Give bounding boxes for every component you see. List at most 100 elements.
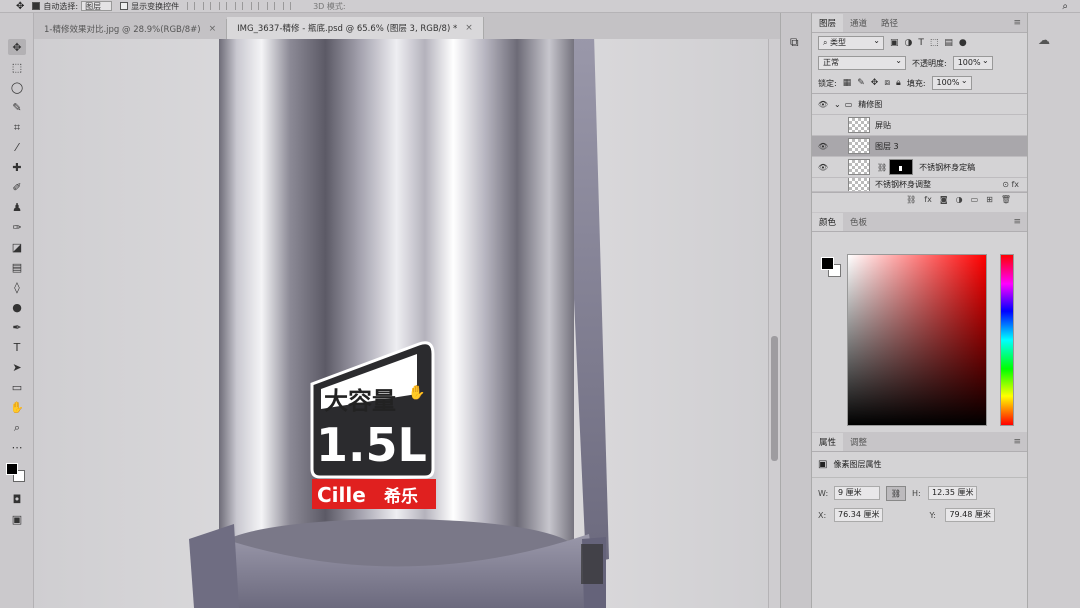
product-image: 大容量 1.5L Cille 希乐 ✋ — [34, 39, 768, 608]
layer-row-group[interactable]: 👁︎ ⌄ ▭ 精修图 — [812, 94, 1027, 115]
layer-row[interactable]: 屏贴 — [812, 115, 1027, 136]
screen-mode-icon[interactable]: ▣ — [8, 511, 26, 527]
tab-paths[interactable]: 路径 — [874, 14, 905, 32]
panel-menu-icon[interactable]: ≡ — [1013, 217, 1021, 227]
blur-tool-icon[interactable]: ◊ — [8, 279, 26, 295]
dodge-tool-icon[interactable]: ● — [8, 299, 26, 315]
eye-icon[interactable]: 👁︎ — [812, 163, 834, 172]
marquee-tool-icon[interactable]: ⬚ — [8, 59, 26, 75]
layer-row[interactable]: 👁︎ ⛓ 不锈钢杯身定稿 — [812, 157, 1027, 178]
scrollbar-thumb[interactable] — [771, 336, 778, 461]
x-field[interactable]: 76.34 厘米 — [834, 508, 884, 522]
link-layers-icon[interactable]: ⛓ — [906, 195, 916, 204]
align-center-icon[interactable] — [203, 2, 212, 10]
healing-tool-icon[interactable]: ✚ — [8, 159, 26, 175]
panel-menu-icon[interactable]: ≡ — [1013, 18, 1021, 28]
color-picker-field[interactable] — [847, 254, 987, 426]
fill-field[interactable]: 100% — [931, 75, 972, 90]
opacity-field[interactable]: 100% — [952, 55, 993, 70]
quick-mask-icon[interactable]: ◘ — [8, 491, 26, 507]
move-tool-icon[interactable]: ✥ — [16, 1, 24, 12]
height-field[interactable]: 12.35 厘米 — [928, 486, 978, 500]
auto-select-dropdown[interactable]: 图层 — [81, 1, 113, 11]
document-canvas[interactable]: 大容量 1.5L Cille 希乐 ✋ — [34, 39, 768, 608]
tab-swatches[interactable]: 色板 — [843, 213, 874, 231]
new-group-icon[interactable]: ▭ — [971, 195, 979, 204]
y-field[interactable]: 79.48 厘米 — [945, 508, 995, 522]
close-icon[interactable]: × — [465, 23, 473, 33]
eye-icon[interactable]: 👁︎ — [812, 142, 834, 151]
lock-all-icon[interactable]: 🔒︎ — [896, 78, 901, 88]
align-bottom-icon[interactable] — [267, 2, 276, 10]
pen-tool-icon[interactable]: ✒ — [8, 319, 26, 335]
layer-row[interactable]: 不锈钢杯身调整 ⊙ fx — [812, 178, 1027, 192]
align-left-icon[interactable] — [187, 2, 196, 10]
tab-color[interactable]: 颜色 — [812, 213, 844, 231]
blend-mode-dropdown[interactable]: 正常 — [818, 55, 906, 70]
doc-tab-bottle[interactable]: IMG_3637-精修 - 瓶底.psd @ 65.6% (图层 3, RGB/… — [227, 17, 484, 39]
filter-type-icon[interactable]: T — [918, 38, 924, 48]
add-mask-icon[interactable]: ◙ — [940, 195, 948, 204]
lock-position-icon[interactable]: ✥ — [871, 78, 879, 88]
doc-tab-comparison[interactable]: 1-精修效果对比.jpg @ 28.9%(RGB/8#) × — [34, 19, 228, 39]
eye-icon[interactable]: 👁︎ — [812, 100, 834, 109]
zoom-tool-icon[interactable]: ⌕ — [8, 419, 26, 435]
creative-cloud-icon[interactable]: ☁ — [1038, 33, 1050, 47]
filter-toggle-icon[interactable]: ● — [959, 38, 967, 48]
tab-channels[interactable]: 通道 — [843, 14, 874, 32]
lock-transparent-icon[interactable]: ▦ — [843, 78, 852, 88]
close-icon[interactable]: × — [209, 24, 217, 34]
filter-shape-icon[interactable]: ⬚ — [930, 38, 939, 48]
hue-slider[interactable] — [1000, 254, 1014, 426]
move-tool-icon[interactable]: ✥ — [8, 39, 26, 55]
eyedropper-tool-icon[interactable]: ⁄ — [8, 139, 26, 155]
history-panel-icon[interactable]: ⧉ — [790, 35, 799, 50]
tab-adjustments[interactable]: 调整 — [843, 433, 874, 451]
adjustment-layer-icon[interactable]: ◑ — [956, 195, 963, 204]
type-tool-icon[interactable]: T — [8, 339, 26, 355]
path-select-tool-icon[interactable]: ➤ — [8, 359, 26, 375]
quick-select-tool-icon[interactable]: ✎ — [8, 99, 26, 115]
filter-adjust-icon[interactable]: ◑ — [905, 38, 913, 48]
shape-tool-icon[interactable]: ▭ — [8, 379, 26, 395]
color-foreground-swatch[interactable] — [821, 257, 834, 270]
vertical-scrollbar[interactable] — [768, 39, 780, 608]
more-tools-icon[interactable]: ⋯ — [8, 439, 26, 455]
gradient-tool-icon[interactable]: ▤ — [8, 259, 26, 275]
history-brush-icon[interactable]: ✑ — [8, 219, 26, 235]
mask-link-icon[interactable]: ⛓ — [877, 163, 887, 172]
hand-tool-icon[interactable]: ✋ — [8, 399, 26, 415]
filter-smart-icon[interactable]: ▤ — [944, 38, 953, 48]
layer-mask-thumbnail[interactable] — [889, 159, 914, 175]
layer-fx-icon[interactable]: ⊙ fx — [1002, 180, 1019, 189]
align-right-icon[interactable] — [219, 2, 228, 10]
fx-icon[interactable]: fx — [924, 195, 932, 204]
delete-layer-icon[interactable]: 🗑︎ — [1001, 195, 1011, 204]
width-field[interactable]: 9 厘米 — [834, 486, 880, 500]
lasso-tool-icon[interactable]: ◯ — [8, 79, 26, 95]
search-icon[interactable]: ⌕ — [1062, 1, 1068, 12]
align-top-icon[interactable] — [235, 2, 244, 10]
lock-paint-icon[interactable]: ✎ — [857, 78, 865, 88]
eraser-tool-icon[interactable]: ◪ — [8, 239, 26, 255]
show-transform-checkbox[interactable] — [120, 2, 129, 10]
lock-artboard-icon[interactable]: ⧈ — [884, 78, 890, 88]
tab-properties[interactable]: 属性 — [812, 433, 844, 451]
filter-pixel-icon[interactable]: ▣ — [890, 38, 899, 48]
tab-layers[interactable]: 图层 — [812, 14, 844, 32]
layer-filter-dropdown[interactable]: ⌕ 类型 — [818, 35, 884, 50]
panel-menu-icon[interactable]: ≡ — [1013, 437, 1021, 447]
chevron-down-icon[interactable]: ⌄ — [834, 100, 841, 109]
brush-tool-icon[interactable]: ✐ — [8, 179, 26, 195]
foreground-color-swatch[interactable] — [6, 463, 18, 475]
align-middle-icon[interactable] — [251, 2, 260, 10]
distribute-icon[interactable] — [283, 2, 292, 10]
layer-row-selected[interactable]: 👁︎ 图层 3 — [812, 136, 1027, 157]
layers-footer: ⛓ fx ◙ ◑ ▭ ⊞ 🗑︎ — [812, 192, 1027, 206]
crop-tool-icon[interactable]: ⌗ — [8, 119, 26, 135]
auto-select-checkbox[interactable] — [32, 2, 41, 10]
layers-list: 👁︎ ⌄ ▭ 精修图 屏贴 👁︎ 图层 3 👁︎ ⛓ 不锈钢杯身定稿 不锈钢杯身… — [812, 93, 1027, 192]
link-dimensions-icon[interactable]: ⛓ — [886, 485, 906, 501]
new-layer-icon[interactable]: ⊞ — [986, 195, 993, 204]
stamp-tool-icon[interactable]: ♟ — [8, 199, 26, 215]
